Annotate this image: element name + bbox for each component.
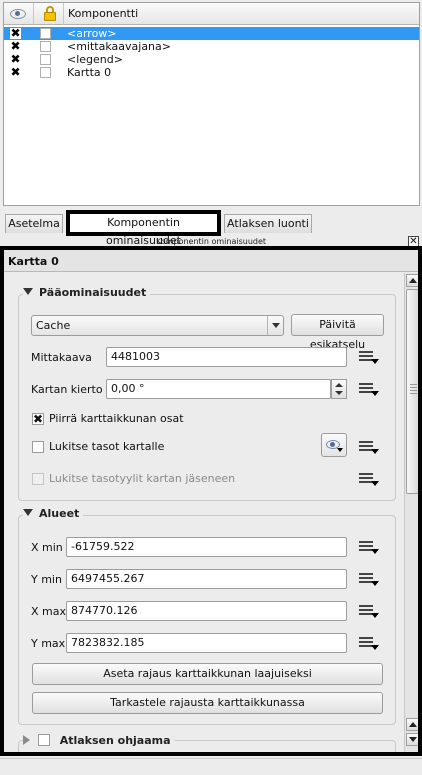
visibility-checkbox[interactable]: ✖: [10, 66, 21, 78]
cache-mode-select[interactable]: Cache: [31, 315, 284, 336]
xmax-label: X max: [31, 605, 66, 618]
data-defined-override-icon[interactable]: [357, 569, 381, 589]
rotation-input[interactable]: 0,00 °: [106, 379, 331, 399]
lock-layers-checkbox[interactable]: [32, 441, 44, 453]
data-defined-override-icon[interactable]: [357, 633, 381, 653]
item-row-scalebar[interactable]: ✖ <mittakaavajana>: [4, 40, 419, 53]
xmax-input[interactable]: 874770.126: [66, 601, 347, 621]
tab-item-properties[interactable]: Komponentin ominaisuudet: [66, 210, 221, 247]
item-name: <arrow>: [67, 27, 117, 40]
extents-title: Alueet: [39, 507, 80, 520]
scale-label: Mittakaava: [31, 351, 92, 364]
item-properties-panel: Kartta 0 Pääominaisuudet Cache Päivitä e…: [0, 246, 422, 756]
lock-checkbox[interactable]: [40, 28, 51, 39]
atlas-controlled-group: Atlaksen ohjaama: [18, 732, 396, 752]
main-properties-header[interactable]: Pääominaisuudet: [23, 286, 151, 299]
scrollbar-thumb[interactable]: [406, 289, 418, 494]
main-properties-group: Pääominaisuudet Cache Päivitä esikatselu…: [18, 286, 396, 501]
item-title: Kartta 0: [4, 250, 418, 272]
atlas-controlled-title: Atlaksen ohjaama: [59, 734, 171, 747]
vertical-scrollbar[interactable]: [404, 273, 418, 752]
xmin-input[interactable]: -61759.522: [66, 537, 347, 557]
extents-header[interactable]: Alueet: [23, 507, 84, 520]
lock-checkbox[interactable]: [40, 41, 51, 52]
lock-styles-checkbox[interactable]: [32, 473, 44, 485]
lock-icon: [44, 6, 56, 22]
lock-column-header[interactable]: [34, 3, 64, 25]
expand-icon: [23, 735, 30, 745]
ymax-label: Y max: [31, 637, 66, 650]
collapse-icon: [23, 509, 33, 516]
visibility-checkbox[interactable]: ✖: [10, 53, 21, 65]
arrow-up-icon: [409, 278, 417, 283]
scroll-up-button-bottom[interactable]: [406, 718, 418, 731]
tab-composition[interactable]: Asetelma: [5, 214, 63, 233]
extents-group: Alueet X min -61759.522 Y min 6497455.26…: [18, 507, 396, 725]
lock-checkbox[interactable]: [40, 54, 51, 65]
item-name: <mittakaavajana>: [67, 40, 171, 53]
data-defined-override-icon[interactable]: [357, 347, 381, 367]
item-row-map[interactable]: ✖ Kartta 0: [4, 66, 419, 79]
visibility-checkbox[interactable]: ✖: [10, 27, 21, 39]
scroll-up-button[interactable]: [406, 274, 418, 287]
set-extent-to-canvas-button[interactable]: Aseta rajaus karttaikkunan laajuiseksi: [32, 663, 383, 685]
ymin-input[interactable]: 6497455.267: [66, 569, 347, 589]
data-defined-override-icon[interactable]: [357, 437, 381, 457]
visibility-column-header[interactable]: [4, 3, 34, 25]
properties-scroll-area[interactable]: Pääominaisuudet Cache Päivitä esikatselu…: [4, 273, 402, 752]
main-properties-title: Pääominaisuudet: [39, 286, 147, 299]
arrow-down-icon: [335, 391, 343, 395]
data-defined-override-icon[interactable]: [357, 601, 381, 621]
chevron-down-icon: [337, 448, 343, 452]
component-column-header[interactable]: Komponentti: [64, 3, 419, 25]
xmin-label: X min: [31, 541, 63, 554]
item-row-arrow[interactable]: ✖ <arrow>: [4, 27, 419, 40]
data-defined-override-icon[interactable]: [357, 379, 381, 399]
lock-layers-label: Lukitse tasot kartalle: [49, 440, 165, 453]
collapse-icon: [23, 288, 33, 295]
view-extent-in-canvas-button[interactable]: Tarkastele rajausta karttaikkunassa: [32, 692, 383, 714]
lock-styles-label: Lukitse tasotyylit kartan jäseneen: [49, 472, 236, 485]
scale-input[interactable]: 4481003: [106, 347, 347, 367]
visibility-checkbox[interactable]: ✖: [10, 40, 21, 52]
cache-mode-value: Cache: [36, 319, 71, 332]
draw-canvas-items-checkbox[interactable]: ✖: [32, 413, 44, 425]
status-bar: [0, 758, 422, 775]
items-tree[interactable]: Komponentti ✖ <arrow> ✖ <mittakaavajana>…: [3, 2, 420, 206]
tab-atlas-generation[interactable]: Atlaksen luonti: [224, 214, 312, 233]
chevron-down-icon: [267, 316, 283, 335]
scroll-down-button[interactable]: [406, 733, 418, 746]
ymin-label: Y min: [31, 573, 62, 586]
atlas-controlled-checkbox[interactable]: [37, 734, 50, 746]
layer-presets-button[interactable]: [321, 433, 347, 457]
rotation-label: Kartan kierto: [31, 383, 103, 396]
arrow-down-icon: [409, 737, 417, 742]
item-name: <legend>: [67, 53, 123, 66]
rotation-spinner[interactable]: [331, 379, 347, 399]
item-row-legend[interactable]: ✖ <legend>: [4, 53, 419, 66]
arrow-up-icon: [335, 383, 343, 387]
lock-checkbox[interactable]: [40, 67, 51, 78]
refresh-preview-button[interactable]: Päivitä esikatselu: [291, 314, 384, 351]
atlas-controlled-header[interactable]: Atlaksen ohjaama: [23, 732, 175, 747]
items-header: Komponentti: [4, 3, 419, 25]
draw-canvas-items-label: Piirrä karttaikkunan osat: [49, 412, 184, 425]
item-name: Kartta 0: [67, 66, 112, 79]
component-column-label: Komponentti: [68, 7, 139, 20]
eye-icon: [10, 9, 26, 19]
data-defined-override-icon[interactable]: [357, 469, 381, 489]
data-defined-override-icon[interactable]: [357, 537, 381, 557]
arrow-up-icon: [409, 722, 417, 727]
tab-bar: Asetelma Atlaksen luonti Komponentin omi…: [0, 208, 422, 247]
ymax-input[interactable]: 7823832.185: [66, 633, 347, 653]
